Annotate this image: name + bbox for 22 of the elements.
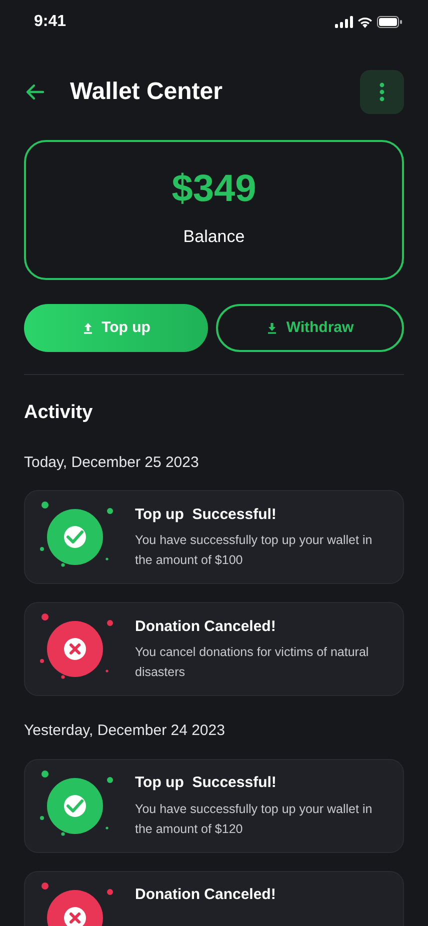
section-title: Activity [24, 401, 94, 425]
activity-title: Top up Successful! [135, 773, 278, 794]
activity-title: Donation Canceled! [135, 884, 276, 904]
activity-description: You have successfully top up your wallet in the amount of $120 [135, 800, 374, 838]
activity-title: Top up Successful! [135, 504, 278, 525]
more-icon [379, 82, 385, 102]
date-heading: Today, December 25 2023 [24, 452, 200, 472]
battery-icon [377, 16, 402, 28]
activity-description: You cancel donations for victims of natural disasters [135, 644, 370, 682]
balance-amount: $349 [172, 170, 256, 208]
page-title: Wallet Center [70, 77, 224, 107]
balance-label: Balance [183, 226, 245, 248]
status-time: 9:41 [34, 12, 66, 32]
activity-description: You have successfully top up your wallet in the amount of $100 [135, 532, 374, 570]
download-icon [266, 322, 278, 334]
signal-icon [335, 16, 353, 28]
date-heading: Yesterday, December 24 2023 [24, 721, 226, 741]
wifi-icon [357, 16, 373, 28]
activity-title: Donation Canceled! [135, 616, 277, 637]
more-button[interactable] [360, 70, 404, 114]
withdraw-button[interactable]: Withdraw [216, 304, 404, 352]
upload-icon [82, 322, 94, 334]
